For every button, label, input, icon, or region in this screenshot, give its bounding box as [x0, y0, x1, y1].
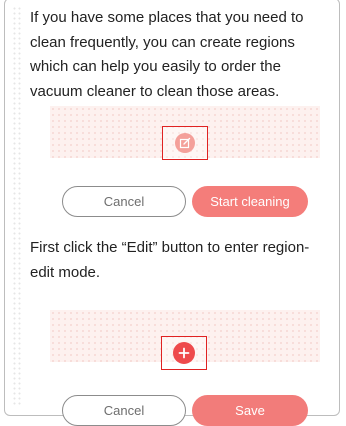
dotted-margin	[12, 6, 22, 406]
highlight-add-button	[161, 336, 207, 370]
intro-text: If you have some places that you need to…	[30, 9, 304, 100]
cancel-button[interactable]: Cancel	[62, 186, 186, 217]
edit-icon[interactable]	[175, 133, 195, 153]
save-button[interactable]: Save	[192, 395, 308, 426]
instruction-text: First click the “Edit” button to enter r…	[30, 239, 310, 281]
highlight-edit-button	[162, 126, 208, 160]
plus-icon[interactable]	[173, 342, 195, 364]
start-cleaning-button[interactable]: Start cleaning	[192, 186, 308, 217]
cancel-button-step2[interactable]: Cancel	[62, 395, 186, 426]
